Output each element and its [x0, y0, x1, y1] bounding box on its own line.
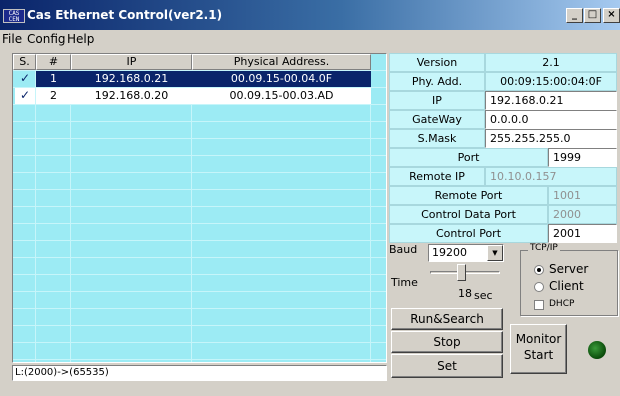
- monitor-start-button[interactable]: Monitor Start: [510, 324, 567, 374]
- row-physical-address: 00.09.15-00.04.0F: [192, 71, 371, 87]
- ip-field[interactable]: 192.168.0.21: [485, 91, 617, 110]
- phy-add-value: 00:09:15:00:04:0F: [485, 72, 617, 91]
- time-label: Time: [391, 276, 418, 289]
- control-data-port-value: 2000: [548, 205, 617, 224]
- window-title: Cas Ethernet Control(ver2.1): [27, 8, 223, 22]
- time-unit: sec: [474, 289, 493, 302]
- stop-button[interactable]: Stop: [391, 331, 503, 353]
- menu-help[interactable]: Help: [67, 32, 94, 46]
- column-header-physical-address[interactable]: Physical Address.: [192, 54, 371, 70]
- port-label: Port: [389, 148, 548, 167]
- row-ip: 192.168.0.21: [71, 71, 192, 87]
- remote-port-value: 1001: [548, 186, 617, 205]
- control-port-field[interactable]: 2001: [548, 224, 617, 243]
- close-button[interactable]: ×: [603, 8, 620, 23]
- run-search-button[interactable]: Run&Search: [391, 308, 503, 330]
- row-physical-address: 00.09.15-00.03.AD: [192, 88, 371, 104]
- column-header-status[interactable]: S.: [13, 54, 36, 70]
- row-number: 1: [36, 71, 71, 87]
- title-bar: CAS CEN Cas Ethernet Control(ver2.1) _ □ …: [0, 0, 620, 30]
- menu-config[interactable]: Config: [27, 32, 66, 46]
- app-icon[interactable]: CAS CEN: [3, 9, 25, 23]
- monitor-start-line1: Monitor: [515, 332, 562, 346]
- gateway-label: GateWay: [389, 110, 485, 129]
- dhcp-checkbox-label[interactable]: DHCP: [549, 299, 574, 309]
- maximize-button[interactable]: □: [584, 8, 601, 23]
- baud-label: Baud: [389, 243, 418, 256]
- server-radio-label[interactable]: Server: [549, 262, 588, 276]
- server-radio[interactable]: [534, 265, 544, 275]
- menu-file[interactable]: File: [2, 32, 22, 46]
- menu-bar: File Config Help: [0, 30, 620, 48]
- table-row[interactable]: ✓ 1 192.168.0.21 00.09.15-00.04.0F: [13, 71, 371, 87]
- check-icon: ✓: [15, 88, 35, 104]
- time-slider-thumb[interactable]: [457, 264, 466, 281]
- remote-port-label: Remote Port: [389, 186, 548, 205]
- gateway-field[interactable]: 0.0.0.0: [485, 110, 617, 129]
- phy-add-label: Phy. Add.: [389, 72, 485, 91]
- list-header: S. # IP Physical Address.: [13, 54, 386, 70]
- control-data-port-label: Control Data Port: [389, 205, 548, 224]
- row-ip: 192.168.0.20: [71, 88, 192, 104]
- remote-ip-label: Remote IP: [389, 167, 485, 186]
- client-radio-label[interactable]: Client: [549, 279, 584, 293]
- client-radio[interactable]: [534, 282, 544, 292]
- ip-label: IP: [389, 91, 485, 110]
- set-button[interactable]: Set: [391, 354, 503, 378]
- tcpip-group-title: TCP/IP: [528, 243, 560, 253]
- status-led-icon: [588, 341, 606, 359]
- monitor-start-line2: Start: [523, 348, 554, 362]
- minimize-button[interactable]: _: [566, 8, 583, 23]
- column-header-number[interactable]: #: [36, 54, 71, 70]
- check-icon: ✓: [19, 71, 31, 85]
- column-header-ip[interactable]: IP: [71, 54, 192, 70]
- table-row[interactable]: ✓ 2 192.168.0.20 00.09.15-00.03.AD: [13, 88, 371, 104]
- control-port-label: Control Port: [389, 224, 548, 243]
- port-field[interactable]: 1999: [548, 148, 617, 167]
- smask-label: S.Mask: [389, 129, 485, 148]
- remote-ip-value: 10.10.0.157: [485, 167, 617, 186]
- smask-field[interactable]: 255.255.255.0: [485, 129, 617, 148]
- row-number: 2: [36, 88, 71, 104]
- device-list[interactable]: S. # IP Physical Address. ✓ 1 192.168.0.…: [12, 53, 387, 363]
- baud-select[interactable]: 19200 ▼: [428, 244, 504, 262]
- version-value: 2.1: [485, 53, 617, 72]
- version-label: Version: [389, 53, 485, 72]
- dropdown-arrow-icon[interactable]: ▼: [487, 245, 503, 261]
- baud-value: 19200: [432, 246, 467, 259]
- dhcp-checkbox[interactable]: [534, 300, 544, 310]
- status-bar: L:(2000)->(65535): [12, 365, 387, 381]
- time-value: 18: [458, 287, 472, 300]
